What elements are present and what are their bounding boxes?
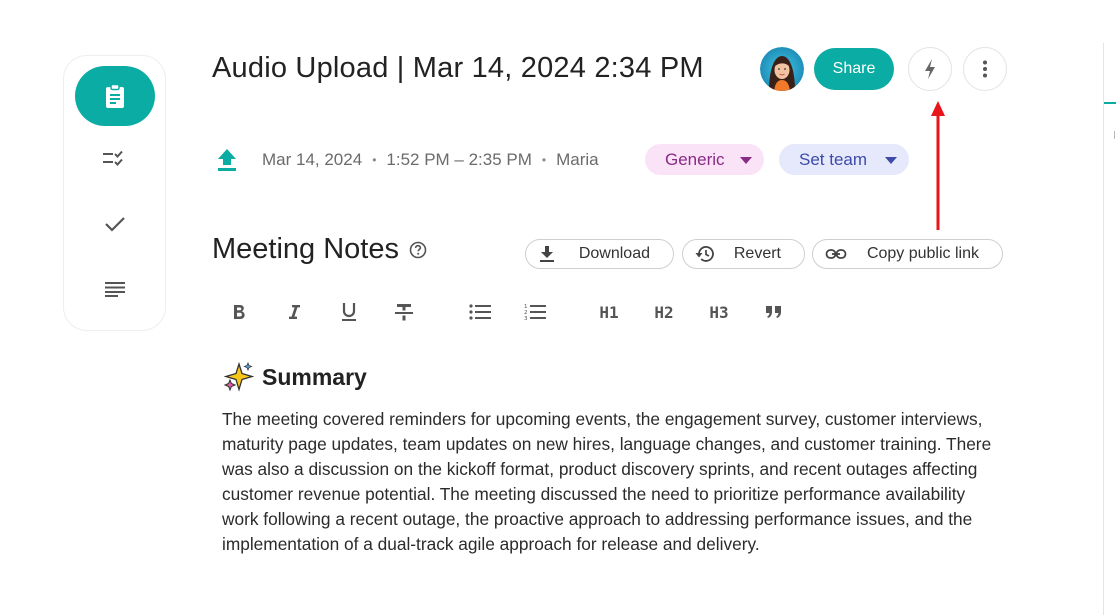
app-root: Audio Upload | Mar 14, 2024 2:34 PM Shar… <box>0 0 1116 615</box>
download-button[interactable]: Download <box>525 239 674 269</box>
lightning-button[interactable] <box>908 47 952 91</box>
rail-item-notes[interactable] <box>75 66 155 126</box>
download-label: Download <box>578 245 650 262</box>
heading1-button[interactable]: H1 <box>594 298 624 326</box>
meta-separator: • <box>372 153 377 167</box>
notes-title-text: Meeting Notes <box>212 233 399 265</box>
notes-section-title: Meeting Notes <box>212 233 427 266</box>
numbered-list-icon: 1 2 3 <box>524 304 546 321</box>
bullet-list-button[interactable] <box>465 298 495 326</box>
team-tag-label: Set team <box>799 149 868 169</box>
rail-item-done[interactable] <box>75 194 155 254</box>
caret-down-icon <box>740 157 752 164</box>
annotation-arrow <box>931 101 945 230</box>
right-panel-divider <box>1114 131 1115 139</box>
revert-label: Revert <box>733 245 781 262</box>
more-vertical-icon <box>983 60 987 78</box>
help-icon[interactable] <box>409 241 427 259</box>
copy-public-link-label: Copy public link <box>866 245 979 262</box>
lightning-icon <box>925 59 935 79</box>
strikethrough-button[interactable] <box>389 298 419 326</box>
check-icon <box>105 217 125 232</box>
team-tag-dropdown[interactable]: Set team <box>779 144 909 175</box>
underline-button[interactable] <box>334 298 364 326</box>
meeting-meta: Mar 14, 2024 • 1:52 PM – 2:35 PM • Maria <box>262 144 599 176</box>
heading2-button[interactable]: H2 <box>649 298 679 326</box>
page-title: Audio Upload | Mar 14, 2024 2:34 PM <box>212 52 704 84</box>
blockquote-button[interactable] <box>759 298 789 326</box>
summary-heading: Summary <box>224 362 367 392</box>
svg-text:3: 3 <box>524 316 528 321</box>
right-panel-active-tab[interactable] <box>1104 102 1116 104</box>
text-lines-icon <box>105 282 125 297</box>
revert-button[interactable]: Revert <box>682 239 805 269</box>
caret-down-icon <box>885 157 897 164</box>
italic-button[interactable] <box>279 298 309 326</box>
bold-button[interactable] <box>224 298 254 326</box>
meeting-author: Maria <box>556 150 599 169</box>
meeting-date: Mar 14, 2024 <box>262 150 363 169</box>
meta-separator: • <box>541 153 547 167</box>
numbered-list-button[interactable]: 1 2 3 <box>520 298 550 326</box>
underline-icon <box>342 303 356 321</box>
share-button[interactable]: Share <box>814 48 894 90</box>
quote-icon <box>766 306 781 318</box>
category-tag-dropdown[interactable]: Generic <box>645 144 764 175</box>
rail-item-tasks[interactable] <box>75 129 155 189</box>
side-rail <box>63 55 166 331</box>
avatar[interactable] <box>760 47 804 91</box>
rail-item-transcript[interactable] <box>75 259 155 319</box>
italic-icon <box>289 305 300 319</box>
heading3-button[interactable]: H3 <box>704 298 734 326</box>
upload-icon <box>218 149 236 171</box>
checklist-icon <box>103 150 123 166</box>
summary-body: The meeting covered reminders for upcomi… <box>222 409 992 554</box>
bullet-list-icon <box>469 304 491 320</box>
more-options-button[interactable] <box>963 47 1007 91</box>
copy-public-link-button[interactable]: Copy public link <box>812 239 1003 269</box>
sparkles-icon <box>224 362 254 392</box>
clipboard-icon <box>106 83 124 108</box>
meeting-time: 1:52 PM – 2:35 PM <box>386 150 532 169</box>
strikethrough-icon <box>395 304 413 321</box>
right-side-panel <box>1103 43 1116 615</box>
category-tag-label: Generic <box>665 149 725 169</box>
bold-icon <box>234 305 245 319</box>
summary-heading-text: Summary <box>262 363 367 390</box>
